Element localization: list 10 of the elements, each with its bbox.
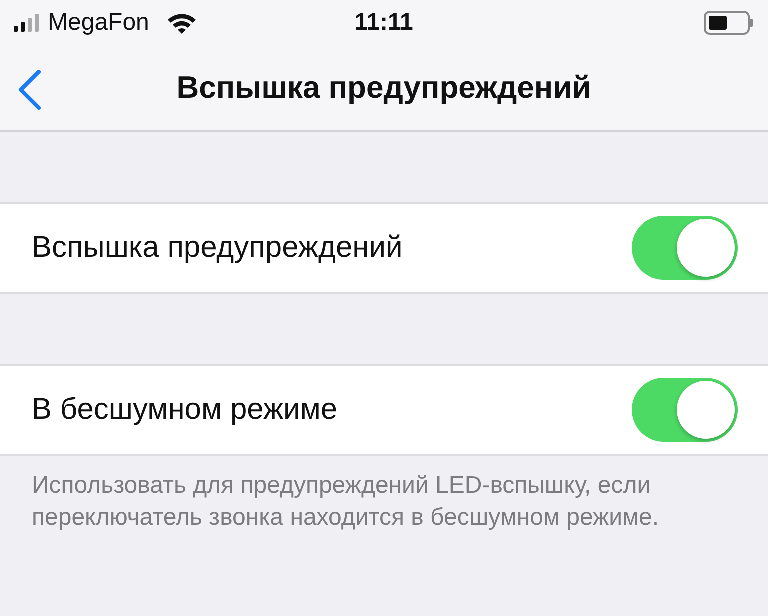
carrier-name: MegaFon — [48, 9, 150, 37]
screen-title: Вспышка предупреждений — [176, 70, 592, 105]
signal-icon — [14, 13, 40, 33]
chevron-left-icon — [18, 70, 42, 110]
footer-note: Использовать для предупреждений LED-вспышку, если переключатель звонка находится в бесшумном режиме. — [32, 472, 660, 531]
row-label: Вспышка предупреждений — [32, 231, 403, 265]
wifi-icon — [167, 12, 198, 34]
row-label: В бесшумном режиме — [32, 393, 338, 427]
status-time: 11:11 — [354, 9, 414, 37]
battery-icon — [704, 11, 754, 35]
